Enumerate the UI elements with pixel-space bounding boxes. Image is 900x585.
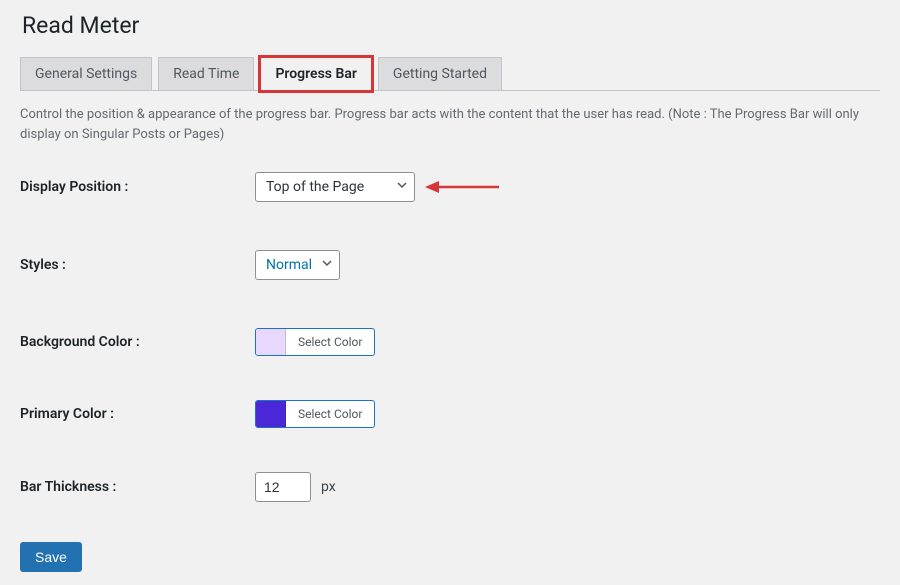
page-title: Read Meter <box>22 12 880 39</box>
row-display-position: Display Position : Top of the Page <box>20 172 880 202</box>
select-display-position-value: Top of the Page <box>266 179 364 195</box>
label-bar-thickness: Bar Thickness : <box>20 479 255 495</box>
label-display-position: Display Position : <box>20 179 255 195</box>
tab-description: Control the position & appearance of the… <box>20 105 880 144</box>
save-button[interactable]: Save <box>20 542 82 572</box>
tab-getting-started[interactable]: Getting Started <box>378 57 502 91</box>
control-styles: Normal <box>255 250 340 280</box>
color-swatch-background <box>256 329 286 355</box>
label-styles: Styles : <box>20 257 255 273</box>
color-picker-background[interactable]: Select Color <box>255 328 375 356</box>
row-styles: Styles : Normal <box>20 250 880 280</box>
label-primary-color: Primary Color : <box>20 406 255 422</box>
control-bar-thickness: px <box>255 472 336 502</box>
tabs-nav: General Settings Read Time Progress Bar … <box>20 57 880 91</box>
select-styles-value: Normal <box>266 257 312 273</box>
control-primary-color: Select Color <box>255 400 375 428</box>
select-display-position[interactable]: Top of the Page <box>255 172 415 202</box>
color-button-primary[interactable]: Select Color <box>286 407 374 421</box>
color-swatch-primary <box>256 401 286 427</box>
control-background-color: Select Color <box>255 328 375 356</box>
arrow-left-icon <box>423 179 501 195</box>
tab-progress-bar[interactable]: Progress Bar <box>260 57 371 91</box>
row-background-color: Background Color : Select Color <box>20 328 880 356</box>
color-button-background[interactable]: Select Color <box>286 335 374 349</box>
unit-bar-thickness: px <box>321 479 336 495</box>
color-picker-primary[interactable]: Select Color <box>255 400 375 428</box>
input-bar-thickness[interactable] <box>255 472 311 502</box>
select-styles[interactable]: Normal <box>255 250 340 280</box>
row-bar-thickness: Bar Thickness : px <box>20 472 880 502</box>
label-background-color: Background Color : <box>20 334 255 350</box>
control-display-position: Top of the Page <box>255 172 501 202</box>
tab-general-settings[interactable]: General Settings <box>20 57 152 91</box>
row-primary-color: Primary Color : Select Color <box>20 400 880 428</box>
tab-read-time[interactable]: Read Time <box>158 57 254 91</box>
chevron-down-icon <box>321 257 333 273</box>
chevron-down-icon <box>396 179 408 195</box>
